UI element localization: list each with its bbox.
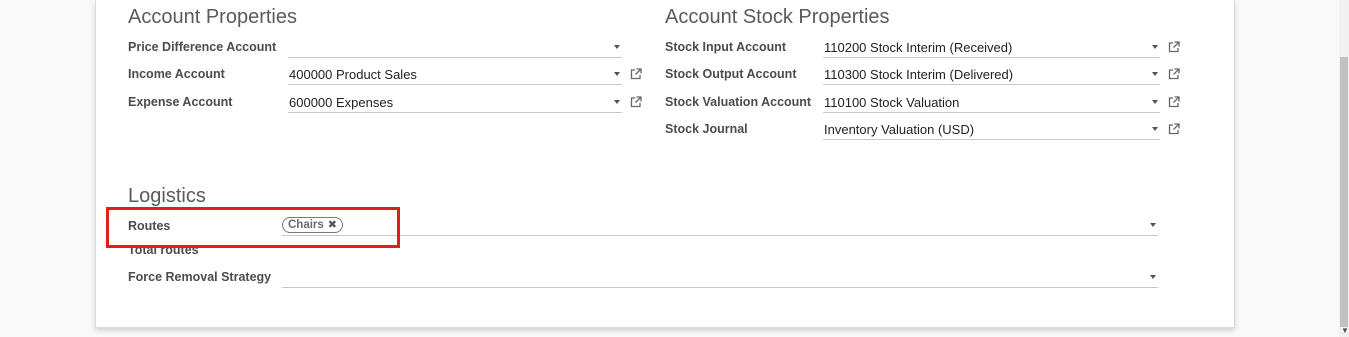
scrollbar-thumb[interactable] [1340,57,1348,327]
external-link-icon[interactable] [1168,68,1180,80]
stock-input-account-value: 110200 Stock Interim (Received) [824,40,1013,55]
account-properties-title: Account Properties [128,6,297,28]
external-link-icon[interactable] [630,96,642,108]
stock-output-account-label: Stock Output Account [665,67,797,81]
external-link-icon[interactable] [1168,123,1180,135]
external-link-icon[interactable] [630,68,642,80]
expense-account-field[interactable]: 600000 Expenses [288,93,622,113]
caret-down-icon[interactable] [1152,72,1158,76]
income-account-value: 400000 Product Sales [289,67,417,82]
external-link-icon[interactable] [1168,96,1180,108]
caret-down-icon[interactable] [1152,45,1158,49]
stock-valuation-account-label: Stock Valuation Account [665,95,812,109]
caret-down-icon[interactable] [614,45,620,49]
stock-valuation-account-value: 110100 Stock Valuation [824,95,960,110]
routes-field[interactable] [282,216,1158,236]
force-removal-strategy-label: Force Removal Strategy [128,270,272,284]
caret-down-icon[interactable] [1152,100,1158,104]
routes-highlight-box [106,207,400,248]
caret-down-icon[interactable] [1150,223,1156,227]
force-removal-strategy-field[interactable] [282,268,1158,288]
expense-account-value: 600000 Expenses [289,95,394,110]
stock-input-account-label: Stock Input Account [665,40,787,54]
stock-valuation-account-field[interactable]: 110100 Stock Valuation [823,93,1160,113]
expense-account-label: Expense Account [128,95,233,109]
stock-journal-label: Stock Journal [665,122,748,136]
scroll-down-arrow-icon[interactable]: ▼ [1341,327,1349,335]
price-difference-account-label: Price Difference Account [128,40,277,54]
price-difference-account-field[interactable] [288,38,622,58]
external-link-icon[interactable] [1168,41,1180,53]
stock-journal-field[interactable]: Inventory Valuation (USD) [823,120,1160,140]
income-account-label: Income Account [128,67,225,81]
stock-properties-title: Account Stock Properties [665,6,890,28]
vertical-scrollbar[interactable]: ▼ [1339,0,1349,337]
logistics-title: Logistics [128,185,206,207]
stock-output-account-field[interactable]: 110300 Stock Interim (Delivered) [823,65,1160,85]
caret-down-icon[interactable] [1152,127,1158,131]
caret-down-icon[interactable] [614,100,620,104]
stock-input-account-field[interactable]: 110200 Stock Interim (Received) [823,38,1160,58]
caret-down-icon[interactable] [1150,275,1156,279]
caret-down-icon[interactable] [614,72,620,76]
income-account-field[interactable]: 400000 Product Sales [288,65,622,85]
stock-journal-value: Inventory Valuation (USD) [824,122,975,137]
stock-output-account-value: 110300 Stock Interim (Delivered) [824,67,1014,82]
